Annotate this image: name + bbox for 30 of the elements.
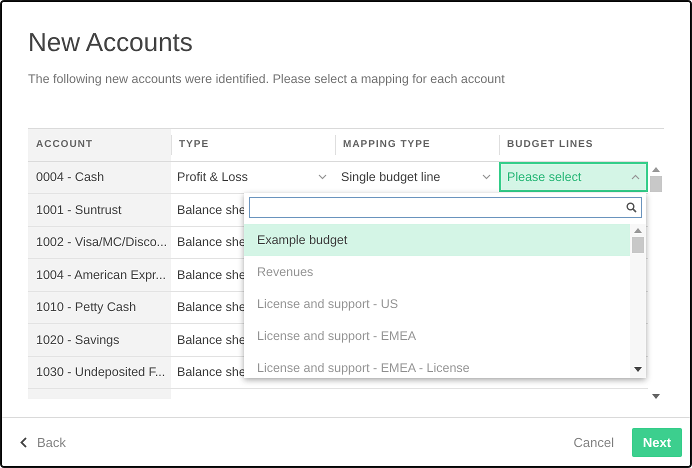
table-cell: 1004 - American Expr... [28, 259, 171, 292]
scrollbar[interactable] [630, 224, 646, 378]
arrow-up-icon[interactable] [652, 167, 660, 172]
arrow-down-icon[interactable] [634, 367, 642, 372]
table-cell: 1002 - Visa/MC/Disco... [28, 226, 171, 259]
page-title: New Accounts [27, 26, 194, 58]
table-cell: 0004 - Cash [28, 162, 171, 194]
chevron-icon [631, 174, 640, 180]
scrollbar-thumb[interactable] [650, 176, 662, 192]
arrow-up-icon[interactable] [634, 228, 642, 233]
type-select[interactable]: Profit & Loss [177, 170, 335, 184]
back-button[interactable]: Back [16, 430, 70, 454]
table-cell: 1010 - Petty Cash [28, 292, 171, 324]
chevron-icon [318, 174, 327, 180]
search-icon [626, 202, 637, 213]
column-header: TYPE [171, 129, 335, 162]
chevron-left-icon [20, 436, 27, 448]
table-cell: 1001 - Suntrust [28, 194, 171, 226]
cancel-button[interactable]: Cancel [570, 430, 618, 454]
table-cell: 1030 - Undeposited F... [28, 356, 171, 389]
column-header: ACCOUNT [28, 129, 171, 162]
chevron-icon [482, 174, 491, 180]
dropdown-option[interactable]: Example budget [244, 224, 630, 256]
instruction-text: The following new accounts were identified. Please select a mapping for each account [28, 72, 506, 86]
mapping-type-select[interactable]: Single budget line [341, 170, 499, 184]
column-header: MAPPING TYPE [335, 129, 499, 162]
table-cell: 1020 - Savings [28, 324, 171, 356]
arrow-down-icon[interactable] [652, 394, 660, 399]
search-field[interactable] [249, 197, 642, 218]
scrollbar-thumb[interactable] [632, 237, 644, 253]
